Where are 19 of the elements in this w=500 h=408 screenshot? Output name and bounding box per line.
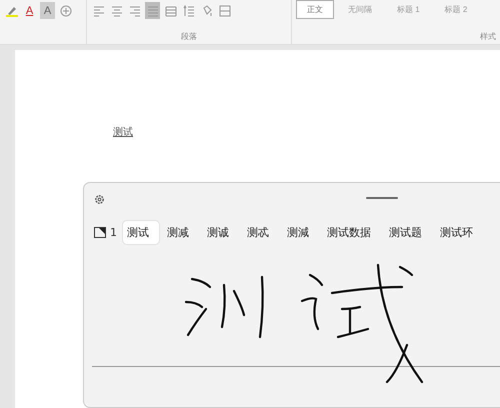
candidate-number: 1 [110,226,117,238]
font-color-button[interactable]: A [22,2,37,19]
candidate-option[interactable]: 测试题 [385,220,432,244]
candidate-option[interactable]: 测试数据 [323,220,381,244]
candidate-option[interactable]: 测减 [163,220,199,244]
keyboard-icon[interactable] [94,226,106,238]
style-option[interactable]: 正文 [296,0,334,19]
group-label: 样式 [479,31,496,42]
candidate-option[interactable]: 测忒 [243,220,279,244]
document-text: 测试 [113,127,133,138]
candidate-option[interactable]: 测试环 [436,220,483,244]
candidate-option[interactable]: 测试 [123,220,159,244]
candidate-option[interactable]: 测诚 [203,220,239,244]
group-label: 段落 [180,31,198,42]
candidate-option[interactable]: 测減 [283,220,319,244]
settings-icon[interactable] [94,194,105,204]
justify-icon[interactable] [145,2,160,19]
drag-handle[interactable] [366,197,398,199]
character-shading-button[interactable]: A [40,2,55,19]
